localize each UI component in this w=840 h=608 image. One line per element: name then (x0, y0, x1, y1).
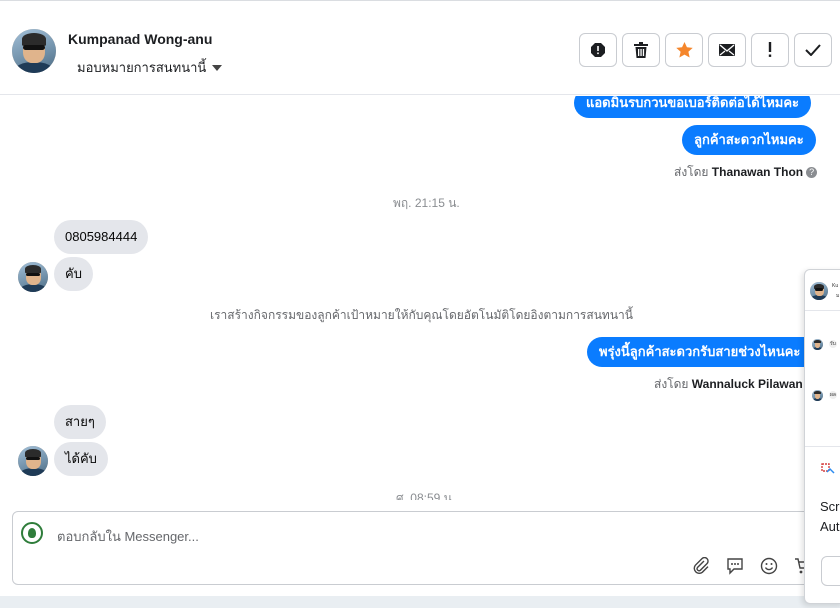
page-logo-icon (21, 522, 43, 544)
sent-by-name: Wannaluck Pilawan (691, 377, 803, 391)
done-check-icon (805, 44, 821, 56)
attach-button[interactable] (691, 556, 711, 576)
mark-spam-icon (591, 43, 605, 57)
inbox-conversation-view: Kumpanad Wong-anu มอบหมายการสนทนานี้ แอด… (0, 0, 840, 596)
caret-down-icon (212, 64, 223, 71)
sent-by-label: ส่งโดย Thanawan Thon? (674, 163, 818, 182)
outgoing-message[interactable]: แอดมินรบกวนขอเบอร์ติดต่อได้ไหมคะ (574, 96, 812, 118)
important-button[interactable] (751, 33, 789, 67)
sent-by-label: ส่งโดย Wannaluck Pilawan (654, 375, 803, 394)
reply-composer[interactable]: ตอบกลับใน Messenger... (12, 511, 840, 585)
mini-avatar (812, 390, 823, 401)
mark-done-button[interactable] (794, 33, 832, 67)
contact-avatar[interactable] (12, 29, 56, 73)
important-icon (768, 42, 772, 57)
timestamp-divider: พฤ. 21:15 น. (393, 196, 460, 210)
mini-message: รับ (829, 340, 837, 348)
attach-icon (693, 557, 709, 574)
contact-avatar-small (18, 446, 48, 476)
composer-toolbar (691, 556, 813, 576)
saved-reply-button[interactable] (725, 556, 745, 576)
divider (805, 310, 840, 311)
popup-action-button[interactable] (821, 556, 840, 586)
contact-avatar-small (18, 262, 48, 292)
assign-conversation-dropdown[interactable]: มอบหมายการสนทนานี้ (77, 57, 223, 78)
popup-text-line: Scre (820, 499, 840, 514)
reply-input[interactable]: ตอบกลับใน Messenger... (57, 526, 199, 547)
message-thread[interactable]: แอดมินรบกวนขอเบอร์ติดต่อได้ไหมคะ ลูกค้าส… (0, 96, 840, 500)
mini-message: ผล (829, 391, 837, 399)
mark-unread-icon (719, 44, 735, 56)
star-button[interactable] (665, 33, 703, 67)
emoji-icon (760, 557, 778, 575)
mark-unread-button[interactable] (708, 33, 746, 67)
divider (805, 446, 840, 447)
delete-button[interactable] (622, 33, 660, 67)
mini-avatar (812, 339, 823, 350)
sent-by-prefix: ส่งโดย (654, 377, 689, 391)
side-popup-panel[interactable]: Ku ม รับ ผล Scre Aut (804, 269, 840, 604)
system-note: เราสร้างกิจกรรมของลูกค้าเป้าหมายให้กับคุ… (210, 308, 633, 322)
contact-name[interactable]: Kumpanad Wong-anu (68, 31, 212, 47)
incoming-message[interactable]: สายๆ (54, 405, 106, 439)
assign-conversation-label: มอบหมายการสนทนานี้ (77, 60, 207, 75)
screenshot-tool-icon (821, 462, 835, 476)
help-icon[interactable]: ? (806, 167, 818, 179)
outgoing-message[interactable]: พรุ่งนี้ลูกค้าสะดวกรับสายช่วงไหนคะ (587, 337, 813, 367)
sent-by-name: Thanawan Thon (711, 165, 804, 179)
delete-icon (634, 42, 648, 58)
popup-text-line: Aut (820, 519, 840, 534)
star-icon (675, 42, 693, 58)
contact-avatar-mini (810, 282, 828, 300)
header-actions (579, 33, 832, 67)
saved-reply-icon (727, 558, 743, 575)
timestamp-divider: ศ. 08:59 น. (396, 491, 456, 500)
emoji-button[interactable] (759, 556, 779, 576)
incoming-message[interactable]: คับ (54, 257, 93, 291)
mini-contact-name: Ku (832, 283, 839, 289)
sent-by-prefix: ส่งโดย (674, 165, 709, 179)
incoming-message[interactable]: 0805984444 (54, 220, 149, 254)
mini-contact-sub: ม (836, 293, 840, 299)
outgoing-message[interactable]: ลูกค้าสะดวกไหมคะ (682, 125, 816, 155)
incoming-message[interactable]: ได้คับ (54, 442, 108, 476)
conversation-header: Kumpanad Wong-anu มอบหมายการสนทนานี้ (0, 7, 840, 95)
mark-spam-button[interactable] (579, 33, 617, 67)
